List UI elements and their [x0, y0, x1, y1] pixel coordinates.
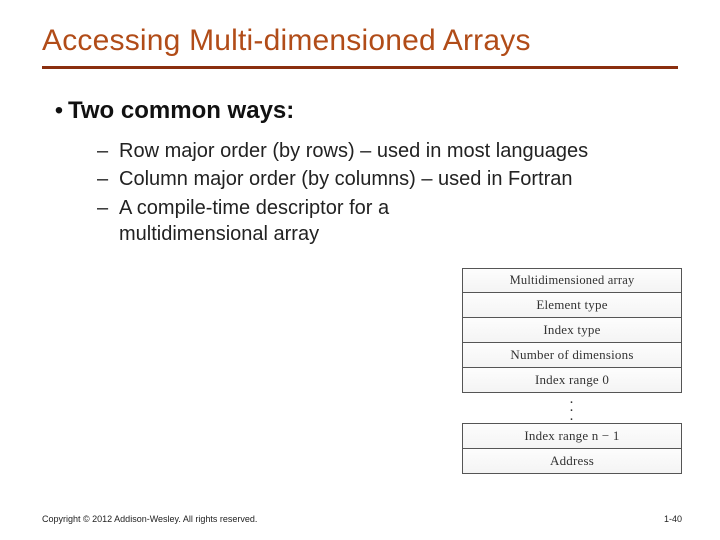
dash-icon: –	[97, 138, 119, 164]
dash-icon: –	[97, 195, 119, 221]
dash-icon: –	[97, 166, 119, 192]
copyright-footer: Copyright © 2012 Addison-Wesley. All rig…	[42, 514, 257, 524]
sub-item: – A compile-time descriptor for a multid…	[97, 195, 657, 248]
descriptor-row: Index type	[462, 317, 682, 343]
sub-item: – Row major order (by rows) – used in mo…	[97, 138, 657, 164]
slide: Accessing Multi-dimensioned Arrays • Two…	[0, 0, 720, 540]
descriptor-row: Element type	[462, 292, 682, 318]
ellipsis-icon: ...	[462, 393, 682, 424]
sub-item: – Column major order (by columns) – used…	[97, 166, 657, 192]
sub-item-text: Column major order (by columns) – used i…	[119, 166, 657, 192]
page-number: 1-40	[664, 514, 682, 524]
slide-title: Accessing Multi-dimensioned Arrays	[42, 24, 678, 58]
sub-item-text: Row major order (by rows) – used in most…	[119, 138, 657, 164]
bullet-text: Two common ways:	[68, 97, 294, 125]
descriptor-row: Multidimensioned array	[462, 268, 682, 293]
title-rule	[42, 66, 678, 69]
descriptor-row: Index range 0	[462, 367, 682, 393]
descriptor-row: Address	[462, 448, 682, 474]
bullet-dot-icon: •	[50, 97, 68, 126]
descriptor-row: Number of dimensions	[462, 342, 682, 368]
descriptor-row: Index range n − 1	[462, 423, 682, 449]
sub-item-text: A compile-time descriptor for a multidim…	[119, 195, 399, 248]
sub-bullet-list: – Row major order (by rows) – used in mo…	[97, 138, 657, 248]
bullet-level1: • Two common ways:	[50, 97, 678, 126]
descriptor-figure: Multidimensioned array Element type Inde…	[462, 268, 682, 474]
